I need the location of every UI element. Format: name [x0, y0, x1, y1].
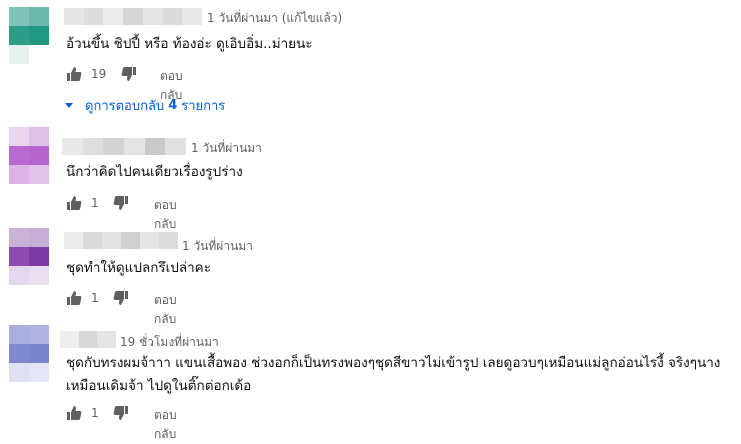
thumbs-up-icon[interactable]	[66, 66, 82, 82]
avatar-pixel	[9, 344, 29, 363]
comment-timestamp[interactable]: 1 วันที่ผ่านมา	[191, 139, 262, 158]
avatar-pixel	[29, 228, 49, 247]
view-replies-suffix: รายการ	[181, 99, 226, 114]
avatar-pixel	[29, 127, 49, 146]
author-name-blurred[interactable]	[62, 138, 187, 155]
avatar-pixel	[9, 363, 29, 382]
thumbs-up-icon[interactable]	[66, 195, 82, 211]
thumbs-down-icon[interactable]	[113, 195, 129, 211]
avatar-pixel	[9, 228, 29, 247]
author-name-blurred[interactable]	[64, 232, 178, 249]
avatar-pixel	[9, 325, 29, 344]
like-count: 1	[91, 406, 99, 420]
avatar-pixel	[9, 45, 29, 64]
like-count: 1	[91, 196, 99, 210]
comment-text-line: นึกว่าคิดไปคนเดียวเรื่องรูปร่าง	[66, 164, 243, 180]
avatar-pixel	[29, 165, 49, 184]
avatar-pixel	[29, 325, 49, 344]
comment-timestamp[interactable]: 1 วันที่ผ่านมา (แก้ไขแล้ว)	[207, 9, 342, 28]
expand-arrow-icon	[65, 103, 73, 108]
comment-text: อ้วนขึ้น ชิปปี้ หรือ ท้องอ่ะ ดูเอิบอิ่ม.…	[66, 33, 313, 56]
avatar-pixel	[29, 247, 49, 266]
avatar-pixel	[29, 7, 49, 26]
comment-text: ชุดกับทรงผมจ้าาา แขนเสื้อพอง ช่วงอกก็เป็…	[66, 352, 720, 398]
comment-text-line: เหมือนเดิมจ้า ไปดูในติ๊กต่อกเด้อ	[66, 378, 252, 394]
avatar-pixel	[29, 363, 49, 382]
avatar-pixel	[29, 266, 49, 285]
comment-text: ชุดทำให้ดูแปลกรึเปล่าคะ	[66, 257, 211, 280]
view-replies-button[interactable]: ดูการตอบกลับ 4 รายการ	[65, 95, 225, 116]
thumbs-up-icon[interactable]	[66, 290, 82, 306]
avatar-pixel	[9, 165, 29, 184]
reply-button[interactable]: ตอบกลับ	[154, 196, 177, 234]
avatar[interactable]	[9, 228, 49, 285]
comment-text: นึกว่าคิดไปคนเดียวเรื่องรูปร่าง	[66, 161, 243, 184]
avatar-pixel	[9, 7, 29, 26]
reply-button[interactable]: ตอบกลับ	[154, 291, 177, 329]
avatar-pixel	[9, 266, 29, 285]
comment-text-line: ชุดกับทรงผมจ้าาา แขนเสื้อพอง ช่วงอกก็เป็…	[66, 355, 721, 371]
thumbs-up-icon[interactable]	[66, 405, 82, 421]
like-count: 1	[91, 291, 99, 305]
avatar[interactable]	[9, 325, 49, 382]
author-name-blurred[interactable]	[60, 331, 117, 348]
comment-timestamp[interactable]: 1 วันที่ผ่านมา	[182, 237, 253, 256]
avatar-pixel	[29, 344, 49, 363]
view-replies-count: 4	[168, 98, 178, 113]
avatar-pixel	[29, 45, 49, 64]
avatar[interactable]	[9, 7, 49, 64]
thumbs-down-icon[interactable]	[113, 405, 129, 421]
like-count: 19	[91, 67, 107, 81]
comment-text-line: อ้วนขึ้น ชิปปี้ หรือ ท้องอ่ะ ดูเอิบอิ่ม.…	[66, 36, 313, 52]
avatar-pixel	[9, 127, 29, 146]
thumbs-down-icon[interactable]	[113, 290, 129, 306]
avatar-pixel	[9, 247, 29, 266]
avatar-pixel	[29, 26, 49, 45]
thumbs-down-icon[interactable]	[121, 66, 137, 82]
avatar-pixel	[29, 146, 49, 165]
comment-timestamp[interactable]: 19 ชั่วโมงที่ผ่านมา	[120, 333, 219, 352]
view-replies-prefix: ดูการตอบกลับ	[85, 99, 165, 114]
author-name-blurred[interactable]	[64, 8, 203, 25]
avatar-pixel	[9, 146, 29, 165]
avatar-pixel	[9, 26, 29, 45]
reply-button[interactable]: ตอบกลับ	[154, 406, 177, 444]
avatar[interactable]	[9, 127, 49, 184]
comment-text-line: ชุดทำให้ดูแปลกรึเปล่าคะ	[66, 260, 211, 276]
